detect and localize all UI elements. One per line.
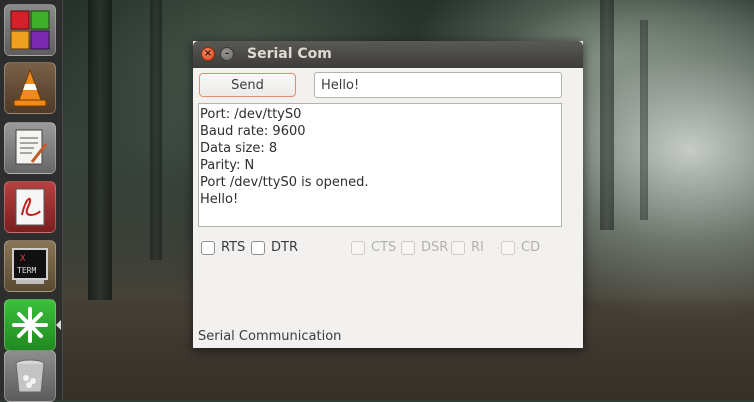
tree-trunk: [88, 0, 112, 300]
launcher-vlc-button[interactable]: [4, 62, 56, 114]
tree-trunk: [600, 0, 614, 230]
send-button[interactable]: Send: [199, 73, 296, 97]
log-line: Port: /dev/ttyS0: [200, 107, 302, 122]
xterm-label-top: X: [20, 254, 26, 264]
cts-checkbox: [351, 240, 365, 255]
dtr-checkbox-group[interactable]: DTR: [251, 240, 298, 255]
launcher-text-editor-button[interactable]: [4, 122, 56, 174]
cd-checkbox: [501, 240, 515, 255]
message-input[interactable]: [314, 72, 562, 98]
ri-indicator-group: RI: [451, 240, 484, 255]
close-icon: ×: [203, 48, 213, 59]
tree-trunk: [640, 20, 648, 220]
launcher-trash-button[interactable]: [4, 350, 56, 402]
launcher-dash-button[interactable]: [4, 4, 56, 56]
active-app-indicator: [56, 320, 61, 330]
cd-indicator-group: CD: [501, 240, 540, 255]
minimize-icon: –: [224, 48, 230, 59]
dsr-checkbox: [401, 240, 415, 255]
minimize-window-button[interactable]: –: [220, 47, 234, 61]
window-titlebar[interactable]: × – Serial Com: [193, 41, 583, 68]
launcher-pdf-reader-button[interactable]: [4, 181, 56, 233]
ri-label: RI: [471, 240, 484, 255]
status-bar-text: Serial Communication: [198, 329, 342, 344]
rts-checkbox[interactable]: [201, 240, 215, 255]
cts-label: CTS: [371, 240, 397, 255]
log-line: Parity: N: [200, 158, 255, 173]
serial-log-textarea[interactable]: Port: /dev/ttyS0 Baud rate: 9600 Data si…: [198, 103, 562, 227]
launcher-bar: X TERM: [0, 0, 63, 402]
rts-label: RTS: [221, 240, 246, 255]
tree-trunk: [150, 0, 162, 260]
text-editor-icon: [15, 129, 48, 165]
asterisk-app-icon: [12, 307, 48, 343]
app-grid-icon: [10, 10, 50, 50]
log-line: Port /dev/ttyS0 is opened.: [200, 175, 369, 190]
cd-label: CD: [521, 240, 541, 255]
dtr-checkbox[interactable]: [251, 240, 265, 255]
log-line: Data size: 8: [200, 141, 278, 156]
dsr-label: DSR: [421, 240, 449, 255]
window-title: Serial Com: [247, 46, 332, 62]
dtr-label: DTR: [271, 240, 298, 255]
dsr-indicator-group: DSR: [401, 240, 448, 255]
serial-com-window: × – Serial Com Send Port: /dev/ttyS0 Bau…: [193, 41, 583, 348]
ri-checkbox: [451, 240, 465, 255]
close-window-button[interactable]: ×: [201, 47, 215, 61]
pdf-reader-icon: [15, 188, 45, 226]
log-line: Hello!: [200, 192, 239, 207]
vlc-cone-icon: [13, 68, 47, 107]
trash-icon: [15, 359, 45, 393]
log-line: Baud rate: 9600: [200, 124, 306, 139]
xterm-label-bottom: TERM: [17, 266, 36, 275]
launcher-xterm-button[interactable]: X TERM: [4, 240, 56, 292]
cts-indicator-group: CTS: [351, 240, 396, 255]
rts-checkbox-group[interactable]: RTS: [201, 240, 245, 255]
xterm-icon: X TERM: [12, 248, 48, 284]
launcher-serial-com-button[interactable]: [4, 299, 56, 351]
signal-lines-row: RTS DTR CTS DSR RI CD: [201, 240, 581, 258]
